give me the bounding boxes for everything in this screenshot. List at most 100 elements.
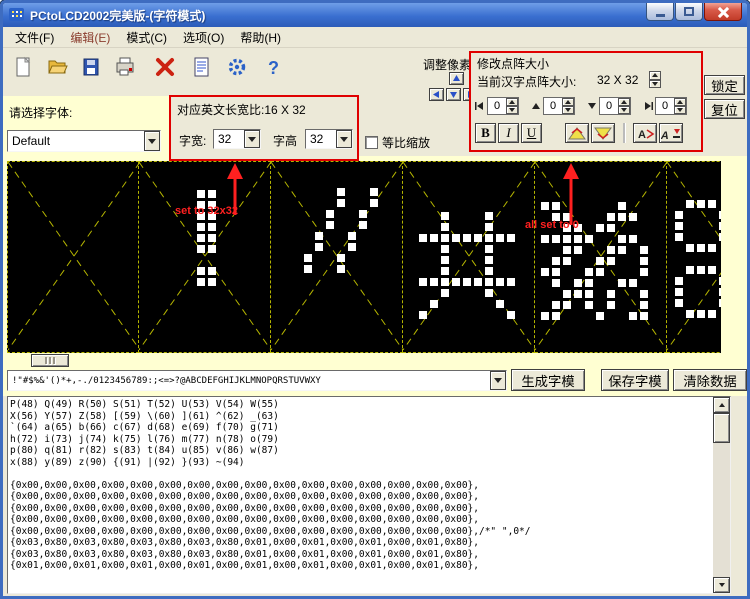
pixel-block[interactable] — [441, 234, 449, 242]
underline-button[interactable]: U — [521, 123, 542, 143]
pixel-block[interactable] — [640, 301, 648, 309]
pixel-block[interactable] — [585, 279, 593, 287]
pixel-block[interactable] — [370, 188, 378, 196]
pixel-block[interactable] — [585, 290, 593, 298]
print-button[interactable] — [109, 52, 141, 82]
pixel-block[interactable] — [441, 256, 449, 264]
char-height-combobox[interactable]: 32 — [305, 129, 353, 149]
menu-item-file[interactable]: 文件(F) — [7, 27, 62, 48]
offset-top-spinner[interactable]: 0 — [543, 97, 575, 115]
pixel-block[interactable] — [640, 268, 648, 276]
pixel-block[interactable] — [708, 244, 716, 252]
pixel-block[interactable] — [474, 278, 482, 286]
pixel-block[interactable] — [618, 235, 626, 243]
pixel-block[interactable] — [585, 235, 593, 243]
pixel-block[interactable] — [496, 300, 504, 308]
pixel-block[interactable] — [507, 311, 515, 319]
clear-data-button[interactable]: 清除数据 — [673, 369, 747, 391]
pixel-block[interactable] — [348, 232, 356, 240]
pixel-block[interactable] — [607, 301, 615, 309]
pixel-block[interactable] — [618, 246, 626, 254]
pixel-block[interactable] — [197, 278, 205, 286]
mirror-horizontal-button[interactable]: A — [633, 123, 657, 143]
matrix-cell[interactable] — [535, 161, 667, 353]
pixel-block[interactable] — [337, 254, 345, 262]
spin-down-icon[interactable] — [649, 80, 661, 89]
pixel-block[interactable] — [574, 279, 582, 287]
canvas-hscroll-grip[interactable] — [31, 354, 69, 367]
pixel-block[interactable] — [607, 224, 615, 232]
pixel-block[interactable] — [326, 210, 334, 218]
pixel-block[interactable] — [507, 278, 515, 286]
pixel-block[interactable] — [563, 301, 571, 309]
chevron-down-icon[interactable] — [244, 130, 260, 148]
pixel-block[interactable] — [697, 310, 705, 318]
shift-up-button[interactable] — [449, 72, 464, 85]
menu-item-help[interactable]: 帮助(H) — [232, 27, 289, 48]
pixel-block[interactable] — [430, 300, 438, 308]
generate-font-button[interactable]: 生成字模 — [511, 369, 585, 391]
pixel-block[interactable] — [441, 267, 449, 275]
chevron-down-icon[interactable] — [336, 130, 352, 148]
bold-button[interactable]: B — [475, 123, 496, 143]
pixel-block[interactable] — [359, 210, 367, 218]
pixel-block[interactable] — [719, 233, 721, 241]
scroll-up-button[interactable] — [713, 397, 730, 413]
pixel-block[interactable] — [574, 246, 582, 254]
pixel-block[interactable] — [675, 277, 683, 285]
shift-left-button[interactable] — [429, 88, 444, 101]
pixel-block[interactable] — [596, 224, 604, 232]
pixel-block[interactable] — [507, 234, 515, 242]
menu-item-edit[interactable]: 编辑(E) — [62, 27, 118, 48]
matrix-cell[interactable] — [139, 161, 271, 353]
pixel-block[interactable] — [719, 211, 721, 219]
pixel-block[interactable] — [708, 310, 716, 318]
pixel-block[interactable] — [441, 223, 449, 231]
italic-button[interactable]: I — [498, 123, 519, 143]
pixel-block[interactable] — [708, 266, 716, 274]
pixel-block[interactable] — [675, 299, 683, 307]
save-file-button[interactable] — [75, 52, 107, 82]
font-combobox[interactable]: Default — [7, 130, 161, 152]
pixel-block[interactable] — [326, 221, 334, 229]
pixel-block[interactable] — [585, 268, 593, 276]
offset-bottom-spinner[interactable]: 0 — [599, 97, 631, 115]
spin-up-icon[interactable] — [649, 71, 661, 80]
pixel-block[interactable] — [596, 312, 604, 320]
format-document-button[interactable] — [185, 52, 217, 82]
pixel-block[interactable] — [441, 212, 449, 220]
pixel-block[interactable] — [607, 257, 615, 265]
pixel-block[interactable] — [563, 290, 571, 298]
pixel-block[interactable] — [708, 200, 716, 208]
menu-item-options[interactable]: 选项(O) — [175, 27, 232, 48]
pixel-block[interactable] — [675, 222, 683, 230]
open-file-button[interactable] — [41, 52, 73, 82]
pixel-block[interactable] — [419, 234, 427, 242]
pixel-block[interactable] — [686, 266, 694, 274]
pixel-block[interactable] — [686, 200, 694, 208]
offset-left-spinner[interactable]: 0 — [487, 97, 519, 115]
pixel-block[interactable] — [574, 290, 582, 298]
pixel-block[interactable] — [686, 310, 694, 318]
pixel-block[interactable] — [618, 279, 626, 287]
mirror-vertical-button[interactable]: A — [659, 123, 683, 143]
shift-down-button[interactable] — [446, 88, 461, 101]
pixel-block[interactable] — [441, 278, 449, 286]
pixel-block[interactable] — [197, 234, 205, 242]
pixel-block[interactable] — [596, 257, 604, 265]
matrix-cell[interactable] — [403, 161, 535, 353]
pixel-block[interactable] — [496, 278, 504, 286]
pixel-block[interactable] — [585, 301, 593, 309]
pixel-block[interactable] — [485, 267, 493, 275]
pixel-block[interactable] — [452, 278, 460, 286]
pixel-block[interactable] — [485, 234, 493, 242]
pixel-block[interactable] — [563, 246, 571, 254]
pixel-block[interactable] — [618, 213, 626, 221]
new-file-button[interactable] — [7, 52, 39, 82]
pixel-block[interactable] — [686, 244, 694, 252]
pixel-block[interactable] — [697, 200, 705, 208]
pixel-block[interactable] — [208, 278, 216, 286]
pixel-block[interactable] — [629, 235, 637, 243]
pixel-block[interactable] — [348, 243, 356, 251]
offset-right-spinner[interactable]: 0 — [655, 97, 687, 115]
